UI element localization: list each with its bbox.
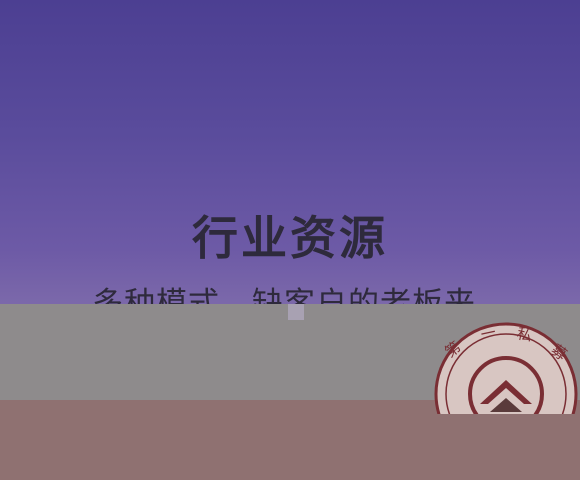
pixel-artifact bbox=[288, 304, 304, 320]
watermark-seal: 第 一 私 募 bbox=[432, 318, 580, 414]
headline-title: 行业资源 bbox=[192, 211, 388, 265]
seal-icon: 第 一 私 募 bbox=[434, 322, 578, 414]
